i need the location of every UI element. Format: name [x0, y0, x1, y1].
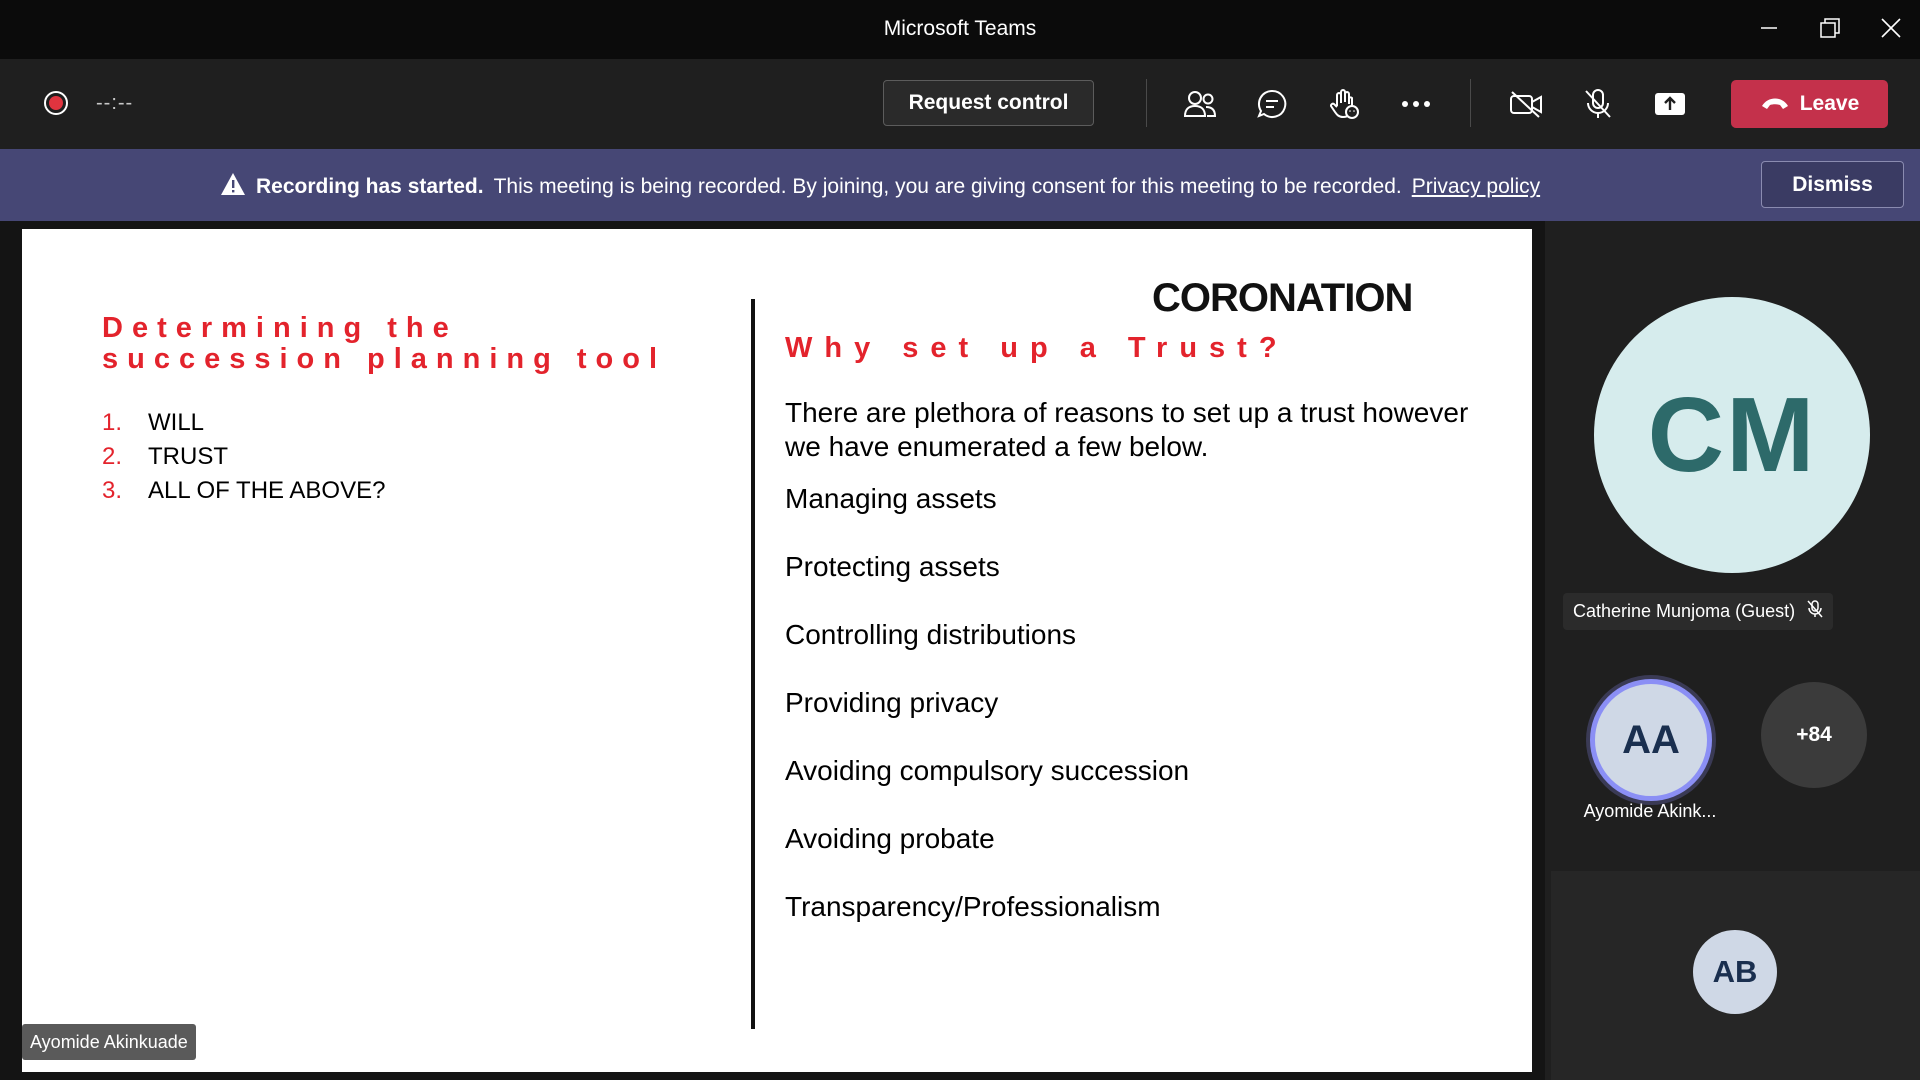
participants-icon[interactable]	[1179, 83, 1221, 125]
hang-up-icon	[1760, 92, 1790, 116]
share-icon[interactable]	[1649, 83, 1691, 125]
mic-off-icon	[1807, 600, 1823, 623]
list-number: 2.	[102, 443, 123, 470]
banner-title: Recording has started.	[256, 175, 484, 198]
list-item: Managing assets	[785, 483, 997, 514]
banner-body: This meeting is being recorded. By joini…	[493, 175, 1402, 198]
window-title: Microsoft Teams	[883, 17, 1037, 40]
camera-off-icon[interactable]	[1505, 83, 1547, 125]
meeting-timer: --:--	[96, 92, 134, 114]
minimize-icon[interactable]	[1749, 12, 1789, 44]
list-item: 3. ALL OF THE ABOVE?	[102, 474, 385, 508]
presenter-name-tag: Ayomide Akinkuade	[22, 1024, 196, 1060]
list-item: Controlling distributions	[785, 619, 1077, 650]
recording-icon	[44, 91, 68, 115]
reasons-list: Managing assets Protecting assets Contro…	[785, 482, 1189, 958]
toolbar-divider	[1470, 79, 1471, 127]
toolbar-divider	[1146, 79, 1147, 127]
dismiss-button[interactable]: Dismiss	[1761, 161, 1904, 208]
recording-banner: Recording has started. This meeting is b…	[0, 149, 1920, 221]
participants-panel: CM Catherine Munjoma (Guest) AA Ayomide …	[1545, 221, 1920, 1080]
privacy-policy-link[interactable]: Privacy policy	[1412, 175, 1540, 199]
warning-icon	[220, 172, 246, 202]
leave-label: Leave	[1799, 92, 1860, 115]
request-control-button[interactable]: Request control	[883, 80, 1094, 126]
mic-off-icon[interactable]	[1577, 83, 1619, 125]
participant-tile[interactable]: AB	[1551, 871, 1920, 1080]
more-icon[interactable]	[1395, 83, 1437, 125]
leave-button[interactable]: Leave	[1731, 80, 1888, 128]
list-number: 3.	[102, 477, 123, 504]
list-item: 1. WILL	[102, 406, 385, 440]
brand-logo: CORONATION	[1152, 276, 1413, 320]
list-item: Providing privacy	[785, 687, 999, 718]
list-number: 1.	[102, 409, 123, 436]
slide-divider	[751, 299, 755, 1029]
participant-name: Ayomide Akink...	[1583, 801, 1717, 821]
raise-hand-icon[interactable]	[1323, 83, 1365, 125]
list-item: Transparency/Professionalism	[785, 891, 1161, 922]
list-item: 2. TRUST	[102, 440, 385, 474]
list-label: ALL OF THE ABOVE?	[148, 477, 386, 504]
more-participants-button[interactable]: +84	[1761, 682, 1867, 788]
list-item: Protecting assets	[785, 551, 1000, 582]
shared-screen: Determining the succession planning tool…	[0, 221, 1545, 1080]
slide-right-title: Why set up a Trust?	[785, 332, 1289, 364]
list-label: TRUST	[148, 443, 228, 470]
meeting-toolbar: --:-- Request control Leave	[0, 59, 1920, 149]
avatar[interactable]: CM	[1594, 297, 1870, 573]
list-item: Avoiding probate	[785, 823, 995, 854]
avatar: AB	[1693, 930, 1777, 1014]
list-label: WILL	[148, 409, 205, 436]
avatar[interactable]: AA	[1590, 679, 1712, 801]
banner-message: Recording has started. This meeting is b…	[220, 172, 1540, 202]
presentation-slide: Determining the succession planning tool…	[22, 229, 1532, 1072]
restore-icon[interactable]	[1810, 12, 1850, 44]
chat-icon[interactable]	[1251, 83, 1293, 125]
participant-name: Catherine Munjoma (Guest)	[1573, 601, 1796, 621]
list-item: Avoiding compulsory succession	[785, 755, 1190, 786]
slide-intro: There are plethora of reasons to set up …	[785, 397, 1469, 462]
title-bar: Microsoft Teams	[0, 0, 1920, 59]
participant-name-chip: Catherine Munjoma (Guest)	[1563, 593, 1834, 630]
close-icon[interactable]	[1871, 12, 1911, 44]
tool-options-list: 1. WILL 2. TRUST 3. ALL OF THE ABOVE?	[102, 406, 385, 508]
slide-left-title: Determining the succession planning tool	[102, 312, 667, 375]
